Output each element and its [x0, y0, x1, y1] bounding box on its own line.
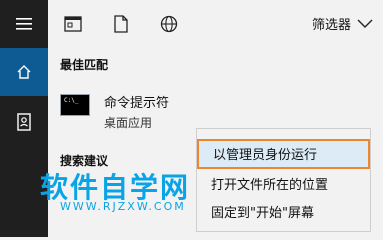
- result-subtitle: 桌面应用: [104, 116, 153, 130]
- command-prompt-icon-text: C:\_: [64, 97, 79, 104]
- best-match-heading: 最佳匹配: [60, 58, 109, 72]
- hamburger-menu-button[interactable]: [0, 0, 48, 48]
- result-title: 命令提示符: [104, 96, 170, 111]
- home-icon: [17, 65, 31, 79]
- hamburger-icon: [16, 18, 32, 30]
- web-filter-button[interactable]: [158, 13, 180, 35]
- apps-filter-button[interactable]: [62, 13, 84, 35]
- command-prompt-icon: C:\_: [60, 94, 90, 116]
- context-menu: 以管理员身份运行 打开文件所在的位置 固定到"开始"屏幕: [196, 128, 371, 232]
- chevron-down-icon: [357, 19, 373, 28]
- documents-filter-button[interactable]: [110, 13, 132, 35]
- menu-item-open-file-location[interactable]: 打开文件所在的位置: [197, 171, 370, 201]
- filter-dropdown[interactable]: 筛选器: [312, 14, 373, 33]
- top-toolbar: 筛选器: [48, 0, 383, 48]
- apps-icon: [64, 16, 82, 32]
- notebook-icon: [17, 113, 31, 131]
- globe-icon: [160, 15, 178, 33]
- document-icon: [114, 15, 128, 33]
- filter-label: 筛选器: [311, 18, 351, 33]
- notebook-button[interactable]: [0, 98, 48, 146]
- home-button[interactable]: [0, 48, 48, 96]
- menu-item-pin-to-start[interactable]: 固定到"开始"屏幕: [197, 199, 370, 229]
- watermark-url: WWW.RJZXW.COM: [60, 200, 186, 213]
- menu-item-run-as-admin[interactable]: 以管理员身份运行: [197, 139, 370, 169]
